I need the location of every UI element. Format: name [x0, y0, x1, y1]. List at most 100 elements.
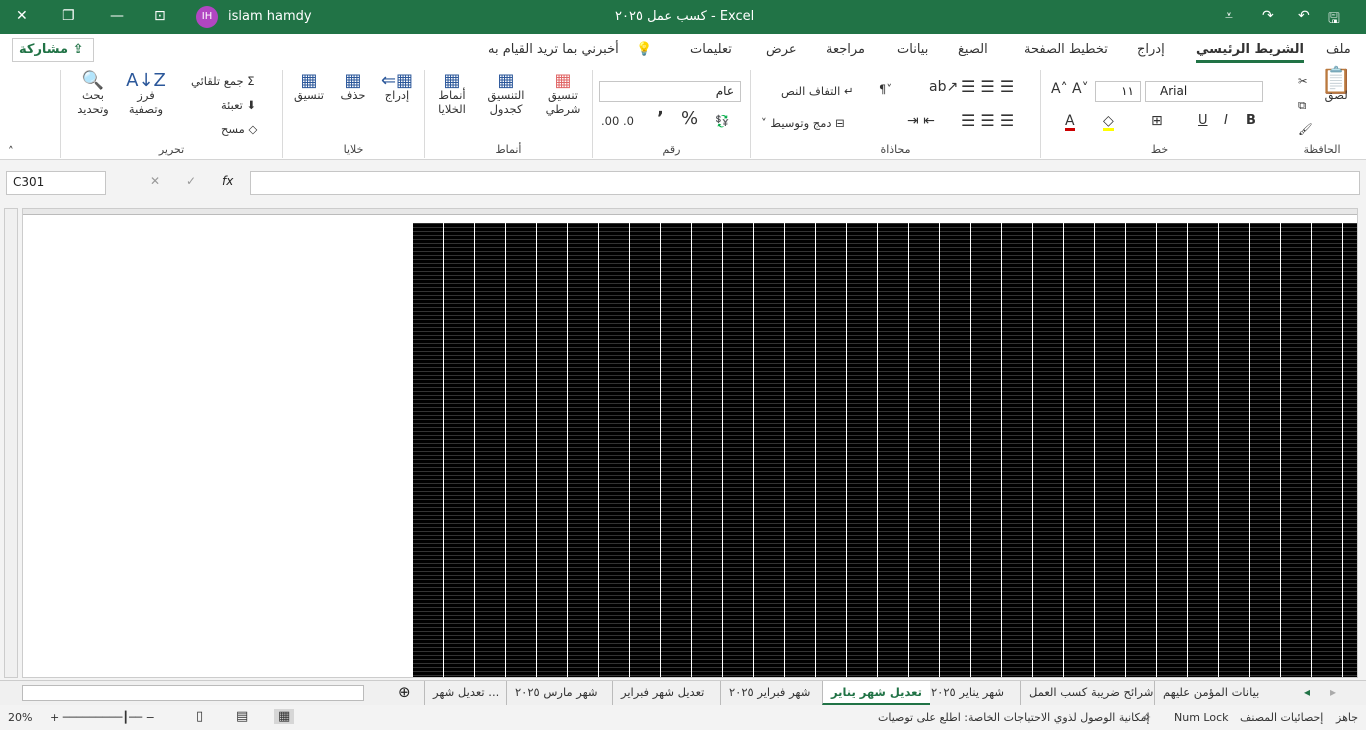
- number-format-select[interactable]: عام: [599, 81, 741, 102]
- font-name-select[interactable]: Arial: [1145, 81, 1263, 102]
- italic-button[interactable]: I: [1224, 114, 1228, 128]
- sheet-tab[interactable]: بيانات المؤمن عليهم: [1154, 681, 1267, 705]
- align-right-icon[interactable]: ☰ ☰ ☰: [961, 113, 1014, 129]
- lightbulb-icon: 💡: [636, 42, 653, 57]
- tell-me-input[interactable]: أخبرني بما تريد القيام به: [488, 42, 619, 57]
- zoom-level[interactable]: 20%: [8, 711, 32, 724]
- data-table[interactable]: [413, 223, 1357, 677]
- customize-icon[interactable]: ⩡: [1225, 8, 1233, 24]
- wrap-label: التفاف النص: [781, 84, 841, 98]
- cancel-icon[interactable]: ✕: [150, 174, 160, 188]
- format-icon: ▦: [300, 70, 318, 91]
- sheet-tab[interactable]: تعديل شهر فبراير: [612, 681, 712, 705]
- insert-cells-button[interactable]: ⇐▦ إدراج: [375, 72, 419, 103]
- label: جمع تلقائي: [191, 74, 244, 88]
- share-label: مشاركة: [19, 42, 69, 57]
- bold-button[interactable]: B: [1246, 114, 1256, 128]
- format-cells-button[interactable]: ▦ تنسيق: [287, 70, 331, 103]
- sheet-tab[interactable]: شهر يناير ٢٠٢٥: [922, 681, 1012, 705]
- find-select-button[interactable]: 🔍 بحث وتحديد: [67, 72, 119, 117]
- conditional-icon: ▦: [554, 70, 572, 91]
- fill-color-icon[interactable]: ◇: [1103, 114, 1114, 131]
- function-button[interactable]: fx: [222, 174, 233, 188]
- label: التنسيق كجدول: [487, 88, 525, 116]
- format-table-button[interactable]: ▦ التنسيق كجدول: [477, 72, 535, 117]
- sort-filter-button[interactable]: A↓Z فرز وتصفية: [121, 72, 171, 117]
- normal-view-icon[interactable]: ▦: [274, 709, 295, 724]
- rtl-icon[interactable]: ¶˅: [879, 82, 892, 96]
- tab-insert[interactable]: إدراج: [1137, 42, 1165, 57]
- tab-help[interactable]: تعليمات: [690, 42, 732, 57]
- tab-formulas[interactable]: الصيغ: [958, 42, 988, 57]
- share-button[interactable]: مشاركة ⇪: [12, 38, 94, 62]
- sheet-tab[interactable]: تعديل شهر ...: [424, 681, 507, 705]
- font-size-select[interactable]: ١١: [1095, 81, 1141, 102]
- sheet-tab[interactable]: شهر مارس ٢٠٢٥: [506, 681, 606, 705]
- add-sheet-icon[interactable]: ⊕: [398, 683, 411, 701]
- restore-icon[interactable]: ❐: [62, 8, 75, 24]
- underline-button[interactable]: U: [1198, 114, 1208, 128]
- label: مسح: [221, 122, 245, 136]
- close-icon[interactable]: ✕: [16, 8, 28, 24]
- label: تنسيق شرطي: [545, 88, 581, 116]
- tab-view[interactable]: عرض: [766, 42, 797, 57]
- tab-review[interactable]: مراجعة: [826, 42, 865, 57]
- tab-file[interactable]: ملف: [1326, 42, 1351, 57]
- comma-button[interactable]: ٬: [657, 110, 664, 128]
- orientation-icon[interactable]: ab↗: [929, 80, 958, 94]
- indent-icon[interactable]: ⇥ ⇤: [907, 114, 935, 128]
- worksheet-grid[interactable]: [22, 208, 1358, 678]
- delete-cells-button[interactable]: ▦ حذف: [331, 70, 375, 103]
- avatar[interactable]: IH: [196, 6, 218, 28]
- accessibility-status[interactable]: إمكانية الوصول لذوي الاحتياجات الخاصة: ا…: [878, 711, 1150, 724]
- sheet-tab[interactable]: شرائح ضريبة كسب العمل: [1020, 681, 1161, 705]
- group-clipboard: 📋 لصق ✂ ⧉ 🖌 الحافظة: [1278, 68, 1366, 158]
- wrap-text-button[interactable]: التفاف النص ↵: [781, 84, 854, 98]
- cut-icon[interactable]: ✂: [1298, 74, 1308, 88]
- font-color-icon[interactable]: A: [1065, 114, 1075, 131]
- group-cells: ⇐▦ إدراج ▦ حذف ▦ تنسيق خلايا: [282, 70, 424, 158]
- percent-button[interactable]: %: [681, 110, 698, 128]
- tab-data[interactable]: بيانات: [897, 42, 928, 57]
- sheet-tab[interactable]: شهر فبراير ٢٠٢٥: [720, 681, 818, 705]
- styles-icon: ▦: [443, 70, 461, 91]
- delete-icon: ▦: [344, 70, 362, 91]
- tab-page-layout[interactable]: تخطيط الصفحة: [1024, 42, 1108, 57]
- ribbon-display-icon[interactable]: ⊡: [154, 8, 166, 24]
- minimize-icon[interactable]: —: [110, 8, 124, 24]
- format-painter-icon[interactable]: 🖌: [1298, 122, 1313, 136]
- paste-button[interactable]: 📋 لصق: [1320, 68, 1352, 102]
- horizontal-scrollbar[interactable]: [22, 685, 364, 701]
- page-layout-view-icon[interactable]: ▯: [196, 709, 203, 724]
- vertical-scrollbar[interactable]: [4, 208, 18, 678]
- name-box[interactable]: C301: [6, 171, 106, 195]
- group-editing: جمع تلقائي Σ تعبئة ⬇ مسح ◇ A↓Z فرز وتصفية…: [60, 70, 282, 158]
- align-top-icon[interactable]: ☰ ☰ ☰: [961, 79, 1014, 95]
- zoom-slider[interactable]: + ─────────┃── −: [50, 711, 155, 724]
- copy-icon[interactable]: ⧉: [1298, 98, 1306, 112]
- merge-center-button[interactable]: ˅ دمج وتوسيط ⊟: [761, 116, 845, 130]
- formula-input[interactable]: [250, 171, 1360, 195]
- autosum-button[interactable]: جمع تلقائي Σ: [191, 74, 255, 88]
- label: حذف: [340, 88, 366, 102]
- label: تنسيق: [294, 88, 324, 102]
- borders-icon[interactable]: ⊞: [1151, 114, 1163, 128]
- workbook-stats[interactable]: إحصائيات المصنف: [1240, 711, 1323, 724]
- collapse-ribbon-icon[interactable]: ˄: [8, 144, 14, 158]
- increase-font-icon[interactable]: A˄ A˅: [1051, 82, 1089, 96]
- scroll-tabs-prev-icon[interactable]: ▸: [1330, 685, 1336, 699]
- enter-icon[interactable]: ✓: [186, 174, 196, 188]
- undo-icon[interactable]: ↶: [1298, 8, 1310, 24]
- decimal-icon[interactable]: .00 .0: [601, 114, 634, 128]
- scroll-tabs-next-icon[interactable]: ◂: [1304, 685, 1310, 699]
- fill-button[interactable]: تعبئة ⬇: [221, 98, 256, 112]
- clear-button[interactable]: مسح ◇: [221, 122, 257, 136]
- redo-icon[interactable]: ↷: [1262, 8, 1274, 24]
- sheet-tab-active[interactable]: تعديل شهر يناير: [822, 681, 930, 705]
- save-icon[interactable]: 🖫: [1328, 8, 1340, 32]
- page-break-view-icon[interactable]: ▤: [236, 709, 248, 724]
- currency-icon[interactable]: 💱: [715, 114, 729, 128]
- tab-home[interactable]: الشريط الرئيسي: [1196, 42, 1304, 63]
- conditional-format-button[interactable]: ▦ تنسيق شرطي: [535, 70, 591, 117]
- cell-styles-button[interactable]: ▦ أنماط الخلايا: [427, 70, 477, 117]
